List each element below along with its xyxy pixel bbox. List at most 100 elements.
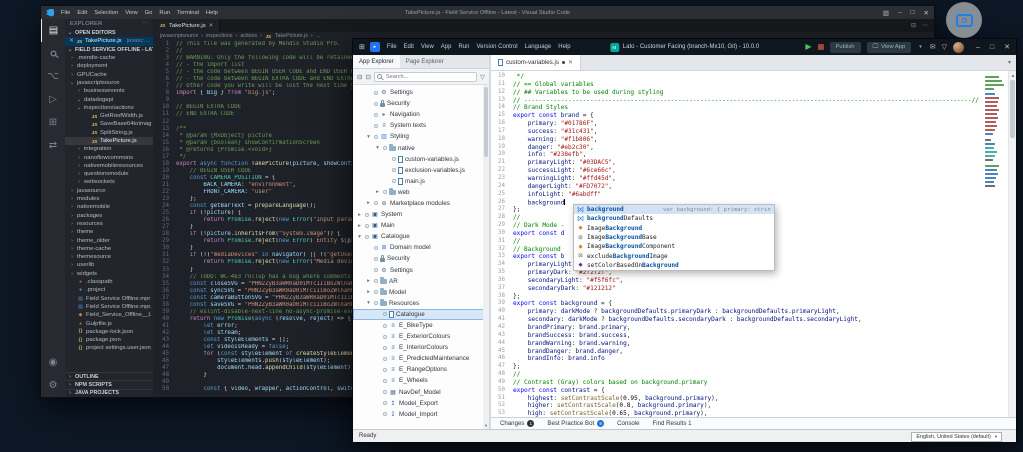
run-icon[interactable]: ▶ — [805, 43, 811, 51]
tree-item-theme-older[interactable]: › theme_older — [65, 236, 153, 244]
tree-item-javasource[interactable]: › javasource — [65, 187, 153, 195]
tree-item-classpath[interactable]: ● .classpath — [65, 278, 153, 286]
menu-go[interactable]: Go — [145, 10, 153, 16]
tree-item-modules[interactable]: › modules — [65, 195, 153, 203]
app-grid-icon[interactable]: ⊞ — [359, 43, 365, 51]
menu-language[interactable]: Language — [525, 44, 552, 50]
menu-help[interactable]: Help — [558, 44, 570, 50]
tree-item-e-predictedmaintenance[interactable]: ≡ E_PredictedMaintenance — [353, 353, 489, 364]
dock-tab-best-practice-bot[interactable]: Best Practice Bot 9 — [547, 420, 605, 427]
tree-item-model[interactable]: ▸ Model — [353, 287, 489, 298]
tree-item-theme[interactable]: › theme — [65, 228, 153, 236]
tab-page-explorer[interactable]: Page Explorer — [400, 55, 450, 68]
filter-icon[interactable]: ▽ — [942, 43, 947, 51]
tree-item-domain-model[interactable]: ⊞ Domain model — [353, 242, 489, 253]
tree-item-package-lock-json[interactable]: {} package-lock.json — [65, 328, 153, 336]
tree-item-javascriptsource[interactable]: ⌄ javascriptsource — [65, 79, 153, 87]
stop-icon[interactable] — [817, 44, 824, 50]
feedback-icon[interactable]: ✉ — [930, 43, 936, 51]
tree-item-businessevents[interactable]: › businessevents — [65, 87, 153, 95]
remote-icon[interactable]: ⇄ — [41, 134, 65, 157]
tree-item-e-interiorcolours[interactable]: ≡ E_InteriorColours — [353, 342, 489, 353]
tree-item-deployment[interactable]: › deployment — [65, 62, 153, 70]
breadcrumb-item-takepicture-js[interactable]: TakePicture.js — [275, 33, 308, 39]
minimize-icon[interactable]: – — [976, 44, 980, 51]
tree-item-nativemobile[interactable]: › nativemobile — [65, 203, 153, 211]
tree-item-field-service-offline-latest-launch[interactable]: ◆Field_Service_Offline__Latest.launch — [65, 311, 153, 319]
close-icon[interactable]: ✕ — [924, 9, 929, 17]
suggestion-imagebackgroundcomponent[interactable]: ◈ ImageBackgroundComponent — [574, 242, 774, 251]
tree-scrollbar[interactable]: ▼ — [483, 85, 489, 429]
menu-file[interactable]: File — [387, 44, 397, 50]
tree-item-navigation[interactable]: ▸ Navigation — [353, 109, 489, 120]
scroll-down-icon[interactable]: ▼ — [483, 422, 489, 429]
tree-item-ar[interactable]: ▸ AR — [353, 276, 489, 287]
breadcrumb-item-javascriptsource[interactable]: javascriptsource — [160, 33, 198, 39]
language-selector[interactable]: English, United States (default) ▾ — [911, 431, 1002, 442]
more-actions-icon[interactable]: ⋯ — [922, 22, 928, 29]
menu-file[interactable]: File — [61, 10, 70, 16]
menu-version-control[interactable]: Version Control — [477, 44, 518, 50]
tab-app-explorer[interactable]: App Explorer — [353, 55, 400, 68]
menu-view[interactable]: View — [125, 10, 137, 16]
menu-edit[interactable]: Edit — [404, 44, 414, 50]
tree-item-theme-cache[interactable]: › theme-cache — [65, 245, 153, 253]
close-icon[interactable]: ✕ — [1004, 43, 1010, 51]
tree-item-questionsmodule[interactable]: › questionsmodule — [65, 170, 153, 178]
close-icon[interactable]: ✕ — [209, 23, 214, 29]
menu-help[interactable]: Help — [206, 10, 218, 16]
account-icon[interactable]: ◉ — [41, 351, 65, 374]
extensions-icon[interactable]: ⊞ — [41, 111, 65, 134]
tree-item-model-export[interactable]: ↥ Model_Export — [353, 398, 489, 409]
tree-item-project-settings-user-json[interactable]: {} project settings.user.json — [65, 344, 153, 352]
tree-item-websockets[interactable]: › websockets — [65, 178, 153, 186]
suggestion-backgrounddefaults[interactable]: [x] backgroundDefaults — [574, 214, 774, 223]
view-app-button[interactable]: 🖵 View App — [866, 41, 912, 53]
screen-capture-indicator[interactable] — [946, 2, 982, 38]
tree-item-exclusion-variables-js[interactable]: exclusion-variables.js — [353, 165, 489, 176]
tree-item-system-texts[interactable]: ≡ System texts — [353, 120, 489, 131]
section-outline[interactable]: › OUTLINE — [65, 372, 153, 380]
breadcrumb-item-inspections[interactable]: inspections — [206, 33, 233, 39]
layout-icon[interactable]: ▥ — [883, 9, 889, 17]
scroll-up-icon[interactable]: ▲ — [1009, 71, 1016, 79]
tree-item-e-rangeoptions[interactable]: ≡ E_RangeOptions — [353, 364, 489, 375]
tree-item-themesource[interactable]: › themesource — [65, 253, 153, 261]
run-debug-icon[interactable]: ▷ — [41, 88, 65, 111]
tree-item-model-import[interactable]: ↧ Model_Import — [353, 409, 489, 420]
locate-icon[interactable]: ⊡ — [365, 73, 370, 81]
tree-item-security[interactable]: Security — [353, 253, 489, 264]
suggestion-imagebackground[interactable]: ◈ ImageBackground — [574, 224, 774, 233]
tree-item-settings[interactable]: ⚙ Settings — [353, 87, 489, 98]
tree-item-resources[interactable]: › resources — [65, 220, 153, 228]
tree-item-main[interactable]: ▸ ▣ Main — [353, 220, 489, 231]
settings-icon[interactable]: ⚙ — [41, 374, 65, 397]
dock-tab-changes[interactable]: Changes 1 — [500, 420, 535, 427]
close-icon[interactable]: ✕ — [69, 38, 74, 44]
tree-item-gulpfile-js[interactable]: ● Gulpfile.js — [65, 319, 153, 327]
close-icon[interactable]: ✕ — [568, 59, 573, 66]
menu-terminal[interactable]: Terminal — [177, 10, 199, 16]
search-input[interactable] — [373, 71, 477, 82]
breadcrumb-item-actions[interactable]: actions — [240, 33, 257, 39]
explorer-icon[interactable]: ▤ — [41, 19, 65, 42]
tree-item-project[interactable]: ● .project — [65, 286, 153, 294]
tree-item-native[interactable]: ▾ native — [353, 142, 489, 153]
tree-item-resources[interactable]: ▾ Resources — [353, 298, 489, 309]
suggestion-excludebackgroundimage[interactable]: ⊡ excludeBackgroundImage — [574, 251, 774, 260]
tree-item-savebase64toimage-js[interactable]: JSSaveBase64toImage.js — [65, 120, 153, 128]
tree-item-field-service-offline-mpr[interactable]: ▤ Field Service Offline.mpr — [65, 295, 153, 303]
tree-item-marketplace-modules[interactable]: ▸ ⊕ Marketplace modules — [353, 198, 489, 209]
section-java-projects[interactable]: › JAVA PROJECTS — [65, 388, 153, 397]
section-npm-scripts[interactable]: › NPM SCRIPTS — [65, 380, 153, 388]
menu-app[interactable]: App — [441, 44, 452, 50]
suggestion-imagebackgroundbase[interactable]: ⊡ ImageBackgroundBase — [574, 233, 774, 242]
tab-list-dropdown-icon[interactable]: ▾ — [1008, 59, 1016, 66]
tree-item-custom-variables-js[interactable]: custom-variables.js — [353, 154, 489, 165]
editor-scrollbar[interactable]: ▲ — [1008, 71, 1016, 417]
tab-custom-variables[interactable]: custom-variables.js ✕ — [491, 55, 581, 70]
split-editor-icon[interactable]: ⊟ — [911, 22, 916, 29]
tree-item-catalogue[interactable]: ▾ ▣ Catalogue — [353, 231, 489, 242]
tree-item-e-wheels[interactable]: ≡ E_Wheels — [353, 375, 489, 386]
breadcrumb-item-[interactable]: … — [316, 33, 321, 39]
